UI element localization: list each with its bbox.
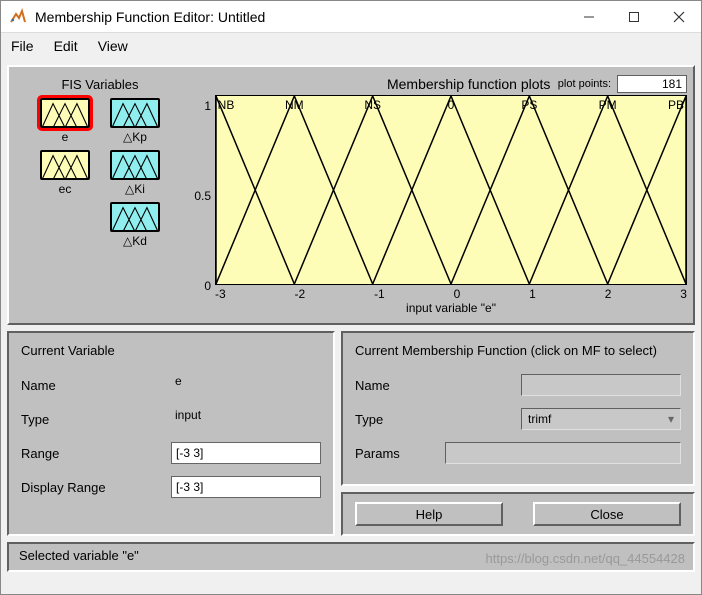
curvar-title: Current Variable — [21, 343, 321, 358]
cmf-params-input[interactable] — [445, 442, 681, 464]
menu-edit[interactable]: Edit — [54, 38, 78, 54]
cmf-title: Current Membership Function (click on MF… — [355, 343, 681, 358]
current-mf-panel: Current Membership Function (click on MF… — [341, 331, 695, 486]
plot-title: Membership function plots — [387, 76, 550, 92]
fis-var-ec[interactable] — [40, 150, 90, 180]
button-panel: Help Close — [341, 492, 695, 536]
minimize-button[interactable] — [566, 1, 611, 33]
maximize-button[interactable] — [611, 1, 656, 33]
cmf-type-select[interactable]: trimf ▾ — [521, 408, 681, 430]
details-row: Current Variable Name e Type input Range — [7, 331, 695, 536]
fis-var-e[interactable] — [40, 98, 90, 128]
fis-var-label: △Kp — [123, 130, 147, 144]
curvar-disp-label: Display Range — [21, 480, 171, 495]
curvar-name-label: Name — [21, 378, 171, 393]
plot-points-input[interactable] — [617, 75, 687, 93]
cmf-type-label: Type — [355, 412, 445, 427]
content: FIS Variables e △Kp ec △Ki △Kd Membership fu… — [1, 59, 701, 594]
curvar-disprange-input[interactable] — [171, 476, 321, 498]
fis-variables: FIS Variables e △Kp ec △Ki △Kd — [15, 73, 185, 317]
current-variable-panel: Current Variable Name e Type input Range — [7, 331, 335, 536]
y-axis: 1 0.5 0 — [185, 95, 215, 317]
chevron-down-icon: ▾ — [668, 412, 674, 426]
plot-points-label: plot points: — [558, 78, 611, 90]
window: Membership Function Editor: Untitled Fil… — [0, 0, 702, 595]
curvar-range-label: Range — [21, 446, 171, 461]
menu-file[interactable]: File — [11, 38, 34, 54]
watermark: https://blog.csdn.net/qq_44554428 — [486, 551, 686, 566]
cmf-params-label: Params — [355, 446, 445, 461]
curvar-range-input[interactable] — [171, 442, 321, 464]
menu-view[interactable]: View — [98, 38, 128, 54]
curvar-type-label: Type — [21, 412, 171, 427]
curvar-type: input — [171, 408, 321, 430]
cmf-name-input[interactable] — [521, 374, 681, 396]
matlab-icon — [9, 8, 27, 26]
plot-area: Membership function plots plot points: 1… — [185, 73, 687, 317]
cmf-name-label: Name — [355, 378, 445, 393]
x-axis: -3-2-10123 — [215, 285, 687, 301]
titlebar: Membership Function Editor: Untitled — [1, 1, 701, 33]
curvar-name: e — [171, 374, 321, 396]
plot-panel: FIS Variables e △Kp ec △Ki △Kd Membership fu… — [7, 65, 695, 325]
fis-var-label: ec — [59, 182, 72, 196]
fis-title: FIS Variables — [61, 77, 138, 92]
fis-var-label: △Kd — [123, 234, 147, 248]
fis-var-△Kp[interactable] — [110, 98, 160, 128]
status-bar: Selected variable "e" https://blog.csdn.… — [7, 542, 695, 572]
fis-var-△Ki[interactable] — [110, 150, 160, 180]
menubar: File Edit View — [1, 33, 701, 59]
status-text: Selected variable "e" — [19, 548, 139, 563]
window-title: Membership Function Editor: Untitled — [35, 9, 566, 25]
fis-var-label: e — [62, 130, 69, 144]
close-button[interactable] — [656, 1, 701, 33]
fis-var-△Kd[interactable] — [110, 202, 160, 232]
mf-chart[interactable]: NBNMNS0PSPMPB — [215, 95, 687, 285]
close-app-button[interactable]: Close — [533, 502, 681, 526]
help-button[interactable]: Help — [355, 502, 503, 526]
fis-var-label: △Ki — [125, 182, 145, 196]
x-axis-label: input variable "e" — [215, 301, 687, 317]
